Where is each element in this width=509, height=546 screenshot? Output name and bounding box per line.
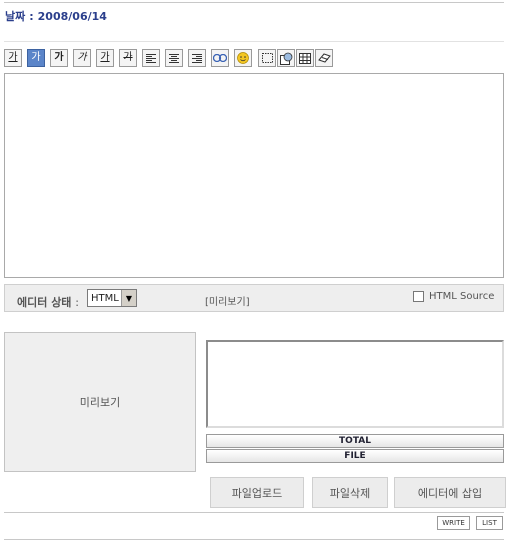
insert-to-editor-button[interactable]: 에디터에 삽입 xyxy=(394,477,506,508)
table-button[interactable] xyxy=(296,49,314,67)
underline-glyph: 가 xyxy=(100,52,110,63)
date-value: 2008/06/14 xyxy=(37,10,107,23)
date-colon: : xyxy=(29,10,34,23)
editor-mode-value: HTML xyxy=(91,292,119,304)
align-left-button[interactable] xyxy=(142,49,160,67)
editor-status-label: 에디터 상태 : xyxy=(17,294,79,310)
footer-divider-bottom xyxy=(4,539,504,540)
image-icon xyxy=(279,52,292,65)
eraser-icon xyxy=(317,53,331,63)
font-style-glyph: 가 xyxy=(31,52,41,63)
italic-button[interactable]: 가 xyxy=(73,49,91,67)
smiley-icon xyxy=(237,52,249,64)
align-right-button[interactable] xyxy=(188,49,206,67)
emoticon-button[interactable] xyxy=(234,49,252,67)
chevron-down-icon[interactable]: ▼ xyxy=(121,290,136,306)
strike-button[interactable]: 가 xyxy=(119,49,137,67)
eraser-button[interactable] xyxy=(315,49,333,67)
html-source-toggle[interactable]: HTML Source xyxy=(413,291,494,302)
image-button[interactable] xyxy=(277,49,295,67)
toolbar-divider xyxy=(4,41,504,42)
editor-mode-select[interactable]: HTML ▼ xyxy=(87,289,137,307)
underline-button[interactable]: 가 xyxy=(96,49,114,67)
top-divider xyxy=(4,2,504,3)
total-bar: TOTAL xyxy=(206,434,504,448)
file-list-box[interactable] xyxy=(206,340,504,428)
align-center-button[interactable] xyxy=(165,49,183,67)
strike-glyph: 가 xyxy=(123,52,133,63)
preview-link[interactable]: [미리보기] xyxy=(205,293,250,308)
preview-box-label: 미리보기 xyxy=(79,396,121,409)
link-icon xyxy=(213,54,227,62)
box-icon xyxy=(261,53,273,63)
file-label: FILE xyxy=(344,451,366,461)
bold-button[interactable]: 가 xyxy=(50,49,68,67)
file-delete-button[interactable]: 파일삭제 xyxy=(312,477,388,508)
image-preview-box: 미리보기 xyxy=(4,332,196,472)
status-label-text: 에디터 상태 xyxy=(17,296,72,309)
html-source-checkbox[interactable] xyxy=(413,291,424,302)
write-button[interactable]: WRITE xyxy=(437,516,470,530)
font-size-glyph: 가 xyxy=(8,52,18,63)
status-label-colon: : xyxy=(75,296,79,309)
bold-glyph: 가 xyxy=(54,52,64,63)
table-icon xyxy=(299,52,311,64)
italic-glyph: 가 xyxy=(77,52,87,63)
date-row: 날짜:2008/06/14 xyxy=(5,8,107,24)
list-button[interactable]: LIST xyxy=(476,516,503,530)
align-left-icon xyxy=(146,53,156,63)
editor-status-bar: 에디터 상태 : HTML ▼ [미리보기] HTML Source xyxy=(4,284,504,312)
total-label: TOTAL xyxy=(339,436,371,446)
link-button[interactable] xyxy=(211,49,229,67)
font-style-button[interactable]: 가 xyxy=(27,49,45,67)
html-source-label: HTML Source xyxy=(429,291,495,302)
align-right-icon xyxy=(192,53,202,63)
file-upload-button[interactable]: 파일업로드 xyxy=(210,477,304,508)
date-label: 날짜 xyxy=(5,10,26,23)
box-button[interactable] xyxy=(258,49,276,67)
file-bar: FILE xyxy=(206,449,504,463)
font-size-button[interactable]: 가 xyxy=(4,49,22,67)
editor-textarea[interactable] xyxy=(4,73,504,278)
align-center-icon xyxy=(169,53,179,63)
footer-divider-top xyxy=(4,512,504,513)
